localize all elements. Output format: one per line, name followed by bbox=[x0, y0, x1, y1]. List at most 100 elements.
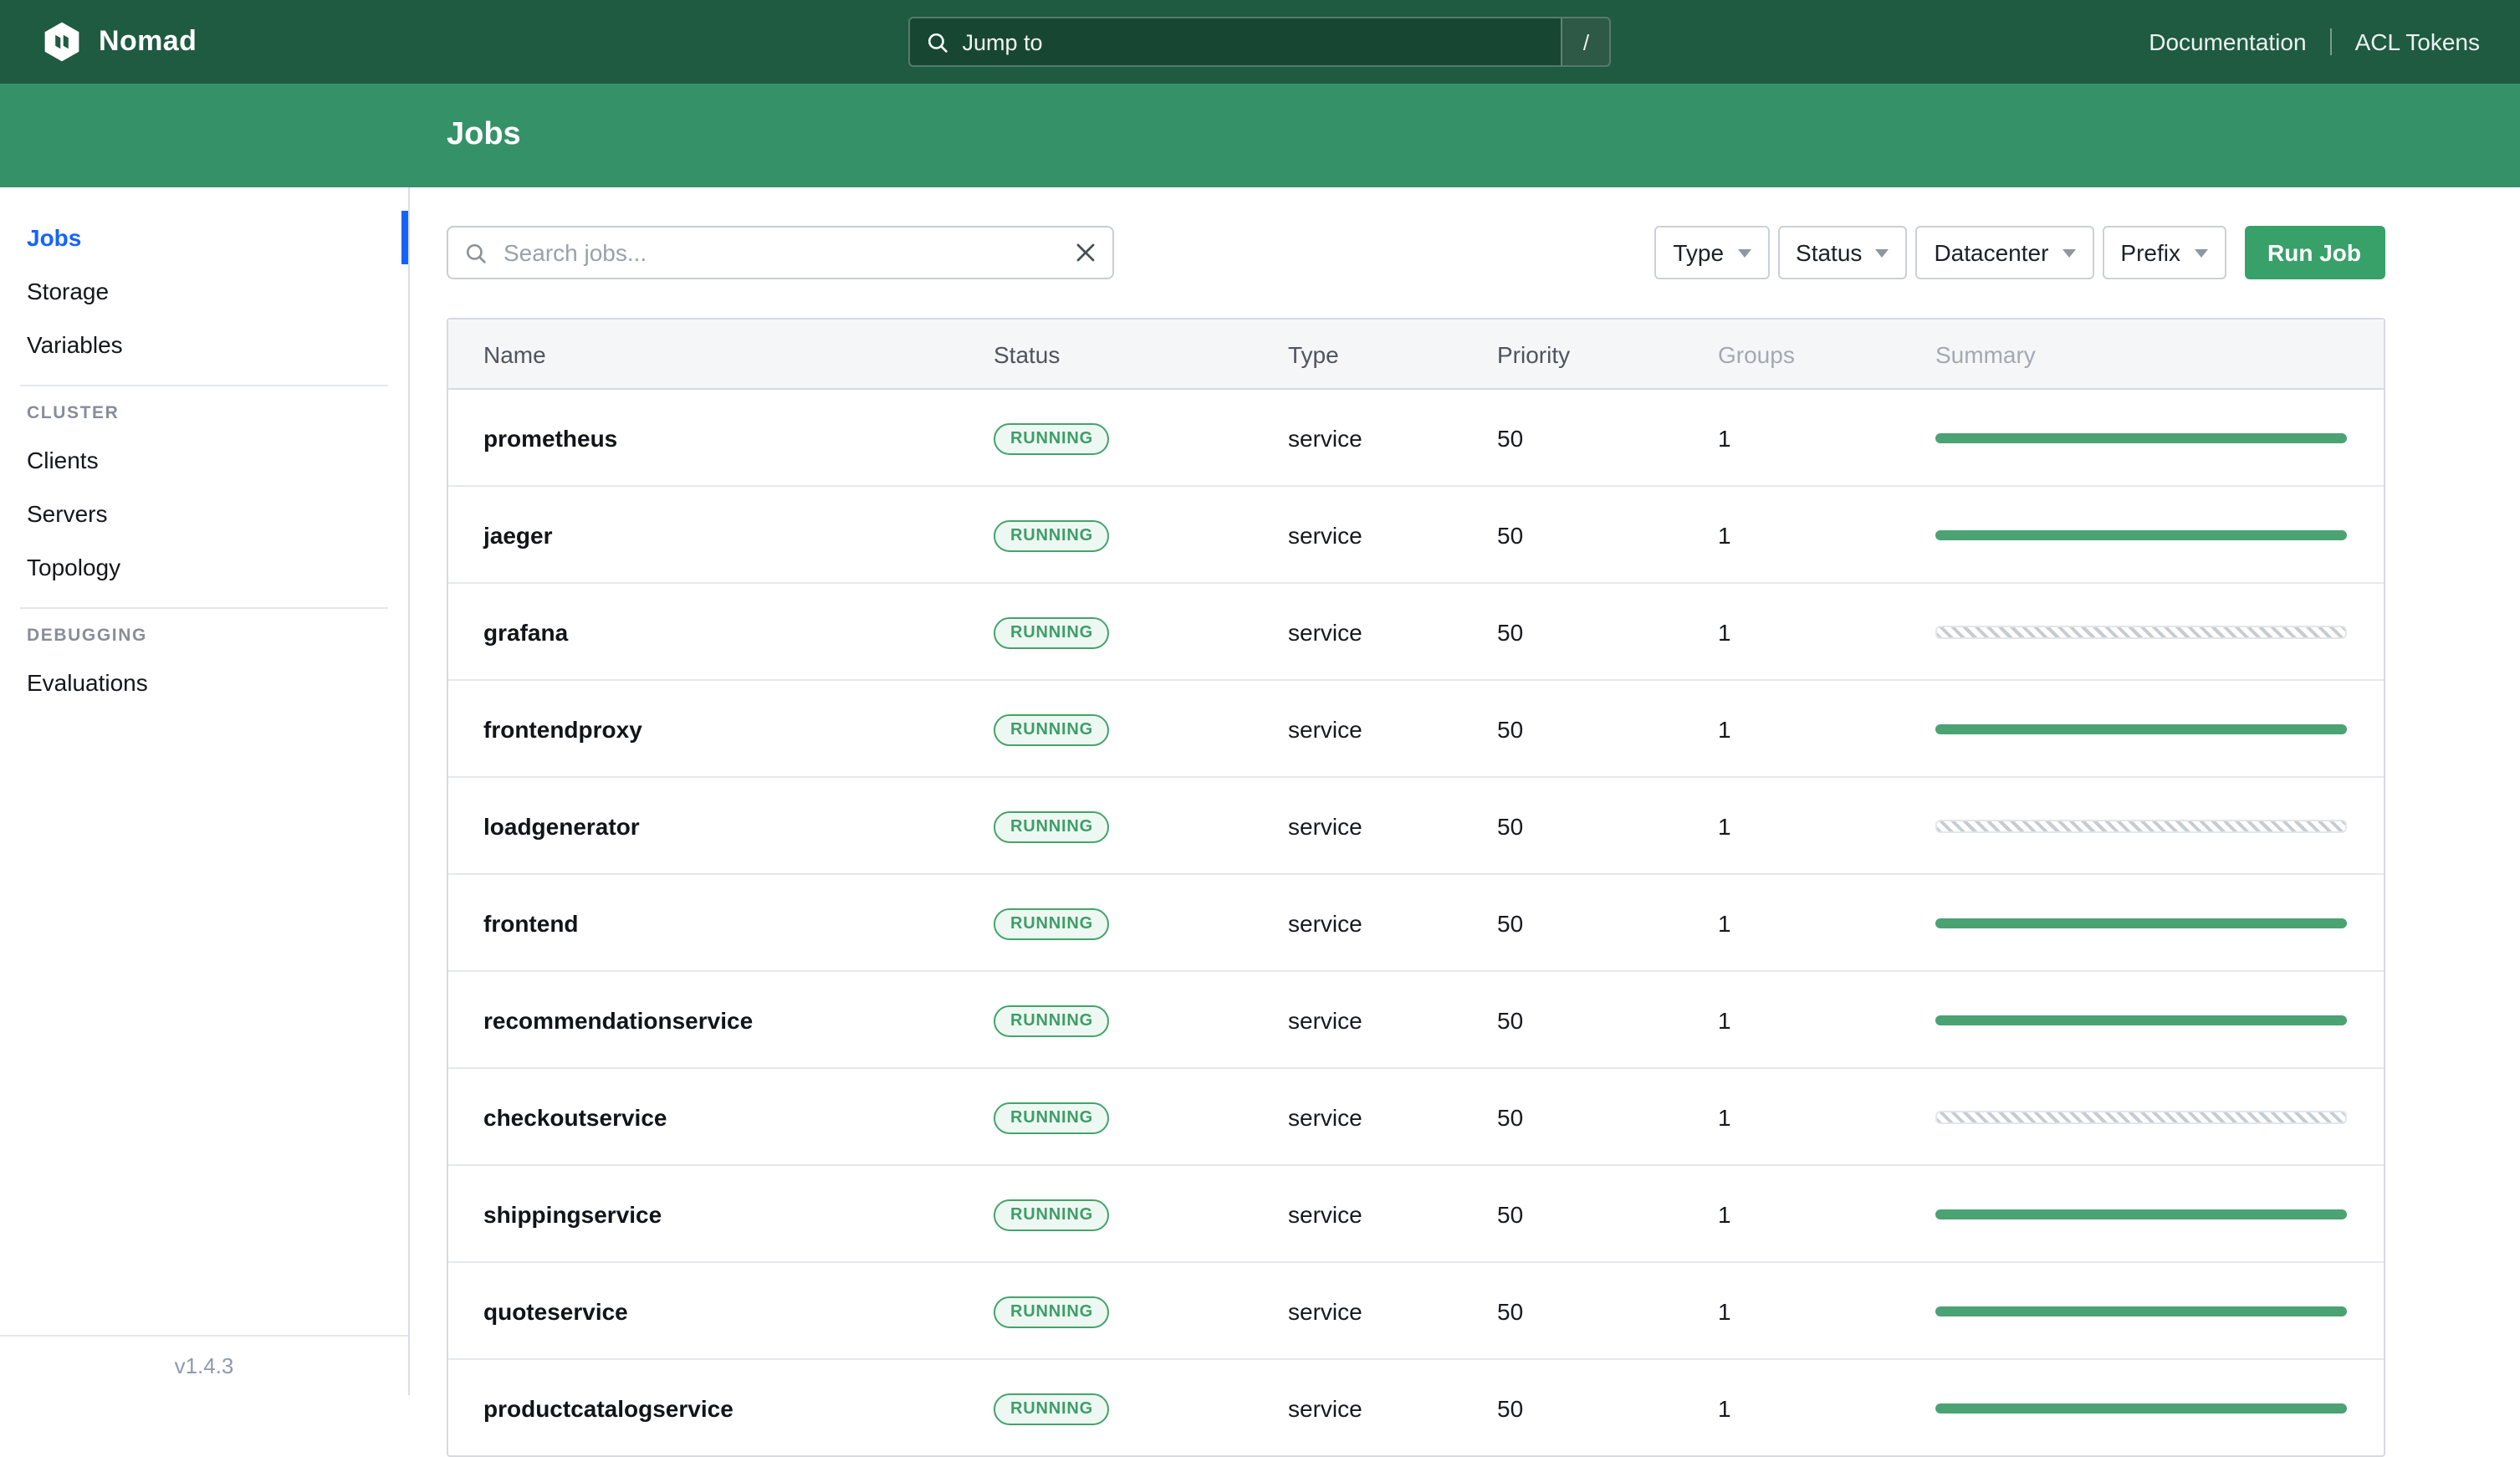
acl-tokens-link[interactable]: ACL Tokens bbox=[2355, 28, 2480, 55]
column-header-status[interactable]: Status bbox=[994, 340, 1288, 367]
jobs-table: Name Status Type Priority Groups Summary… bbox=[447, 318, 2385, 1457]
job-type: service bbox=[1288, 1103, 1362, 1130]
jobs-toolbar: Type Status Datacenter Prefix bbox=[447, 226, 2385, 279]
job-priority: 50 bbox=[1497, 1006, 1524, 1033]
job-name-link[interactable]: quoteservice bbox=[483, 1297, 628, 1324]
sidebar-item-evaluations[interactable]: Evaluations bbox=[0, 656, 408, 709]
documentation-link[interactable]: Documentation bbox=[2149, 28, 2306, 55]
table-row[interactable]: frontendproxy RUNNING service 50 1 bbox=[448, 681, 2383, 778]
job-name-link[interactable]: loadgenerator bbox=[483, 812, 640, 839]
nomad-logo-icon bbox=[40, 20, 84, 64]
jump-to-label: Jump to bbox=[962, 29, 1043, 54]
filter-bar: Type Status Datacenter Prefix Run Job bbox=[1654, 226, 2385, 279]
table-row[interactable]: frontend RUNNING service 50 1 bbox=[448, 875, 2383, 972]
sidebar-item-variables[interactable]: Variables bbox=[0, 318, 408, 371]
page-header-band: Jobs bbox=[0, 84, 2520, 187]
job-name-link[interactable]: productcatalogservice bbox=[483, 1394, 734, 1421]
chevron-down-icon bbox=[2194, 248, 2207, 257]
column-header-priority[interactable]: Priority bbox=[1497, 340, 1718, 367]
job-type: service bbox=[1288, 1006, 1362, 1033]
job-priority: 50 bbox=[1497, 715, 1524, 742]
navbar-links: Documentation ACL Tokens bbox=[2149, 28, 2480, 55]
summary-bar bbox=[1935, 432, 2346, 442]
filter-label: Prefix bbox=[2120, 239, 2180, 266]
status-badge: RUNNING bbox=[994, 1296, 1110, 1327]
search-icon bbox=[928, 31, 949, 53]
job-type: service bbox=[1288, 1200, 1362, 1227]
search-input[interactable] bbox=[500, 238, 1062, 268]
job-groups: 1 bbox=[1718, 812, 1731, 839]
version-label: v1.4.3 bbox=[174, 1352, 234, 1378]
chevron-down-icon bbox=[1875, 248, 1889, 257]
column-header-type[interactable]: Type bbox=[1288, 340, 1497, 367]
table-row[interactable]: loadgenerator RUNNING service 50 1 bbox=[448, 778, 2383, 875]
job-priority: 50 bbox=[1497, 1394, 1524, 1421]
table-row[interactable]: grafana RUNNING service 50 1 bbox=[448, 584, 2383, 681]
job-groups: 1 bbox=[1718, 1200, 1731, 1227]
status-badge: RUNNING bbox=[994, 713, 1110, 745]
sidebar-footer: v1.4.3 bbox=[0, 1334, 408, 1394]
divider bbox=[2329, 28, 2332, 55]
sidebar: Jobs Storage Variables CLUSTER Clients S… bbox=[0, 187, 410, 1394]
summary-bar bbox=[1935, 1015, 2346, 1025]
sidebar-section-cluster: CLUSTER bbox=[27, 403, 120, 423]
summary-bar bbox=[1935, 918, 2346, 928]
job-type: service bbox=[1288, 521, 1362, 548]
table-header: Name Status Type Priority Groups Summary bbox=[448, 320, 2383, 390]
table-row[interactable]: jaeger RUNNING service 50 1 bbox=[448, 487, 2383, 584]
status-badge: RUNNING bbox=[994, 1102, 1110, 1133]
top-navbar: Nomad Jump to / Documentation ACL Tokens bbox=[0, 0, 2520, 84]
nomad-app: Nomad Jump to / Documentation ACL Tokens… bbox=[0, 0, 2520, 1457]
summary-bar bbox=[1935, 819, 2346, 832]
filter-type-dropdown[interactable]: Type bbox=[1654, 226, 1770, 279]
summary-bar bbox=[1935, 1110, 2346, 1123]
chevron-down-icon bbox=[1737, 248, 1751, 257]
job-priority: 50 bbox=[1497, 909, 1524, 936]
status-badge: RUNNING bbox=[994, 1199, 1110, 1230]
jobs-search bbox=[447, 226, 1114, 279]
filter-label: Type bbox=[1673, 239, 1725, 266]
brand[interactable]: Nomad bbox=[40, 20, 197, 64]
job-name-link[interactable]: frontend bbox=[483, 909, 579, 936]
job-name-link[interactable]: recommendationservice bbox=[483, 1006, 753, 1033]
sidebar-item-servers[interactable]: Servers bbox=[0, 487, 408, 540]
filter-datacenter-dropdown[interactable]: Datacenter bbox=[1915, 226, 2094, 279]
job-priority: 50 bbox=[1497, 618, 1524, 645]
table-row[interactable]: shippingservice RUNNING service 50 1 bbox=[448, 1166, 2383, 1263]
sidebar-item-clients[interactable]: Clients bbox=[0, 433, 408, 487]
job-name-link[interactable]: jaeger bbox=[483, 521, 553, 548]
table-row[interactable]: recommendationservice RUNNING service 50… bbox=[448, 972, 2383, 1069]
job-name-link[interactable]: shippingservice bbox=[483, 1200, 662, 1227]
brand-name: Nomad bbox=[99, 25, 197, 57]
job-type: service bbox=[1288, 424, 1362, 451]
job-priority: 50 bbox=[1497, 812, 1524, 839]
job-type: service bbox=[1288, 715, 1362, 742]
column-header-name[interactable]: Name bbox=[448, 340, 994, 367]
job-priority: 50 bbox=[1497, 1103, 1524, 1130]
job-groups: 1 bbox=[1718, 1394, 1731, 1421]
job-name-link[interactable]: prometheus bbox=[483, 424, 617, 451]
run-job-button[interactable]: Run Job bbox=[2244, 226, 2385, 279]
table-row[interactable]: quoteservice RUNNING service 50 1 bbox=[448, 1263, 2383, 1360]
clear-search-button[interactable] bbox=[1076, 243, 1096, 263]
page-title: Jobs bbox=[447, 117, 521, 152]
jump-to-search[interactable]: Jump to / bbox=[908, 17, 1612, 67]
table-row[interactable]: checkoutservice RUNNING service 50 1 bbox=[448, 1069, 2383, 1166]
job-priority: 50 bbox=[1497, 521, 1524, 548]
job-name-link[interactable]: frontendproxy bbox=[483, 715, 642, 742]
status-badge: RUNNING bbox=[994, 616, 1110, 648]
job-groups: 1 bbox=[1718, 618, 1731, 645]
job-groups: 1 bbox=[1718, 1006, 1731, 1033]
filter-status-dropdown[interactable]: Status bbox=[1777, 226, 1908, 279]
sidebar-item-storage[interactable]: Storage bbox=[0, 264, 408, 318]
summary-bar bbox=[1935, 1306, 2346, 1316]
table-row[interactable]: productcatalogservice RUNNING service 50… bbox=[448, 1360, 2383, 1455]
summary-bar bbox=[1935, 625, 2346, 638]
table-row[interactable]: prometheus RUNNING service 50 1 bbox=[448, 390, 2383, 487]
sidebar-item-topology[interactable]: Topology bbox=[0, 540, 408, 594]
sidebar-item-jobs[interactable]: Jobs bbox=[0, 211, 408, 264]
filter-prefix-dropdown[interactable]: Prefix bbox=[2102, 226, 2226, 279]
column-header-groups: Groups bbox=[1718, 340, 1795, 367]
job-name-link[interactable]: grafana bbox=[483, 618, 568, 645]
job-name-link[interactable]: checkoutservice bbox=[483, 1103, 667, 1130]
